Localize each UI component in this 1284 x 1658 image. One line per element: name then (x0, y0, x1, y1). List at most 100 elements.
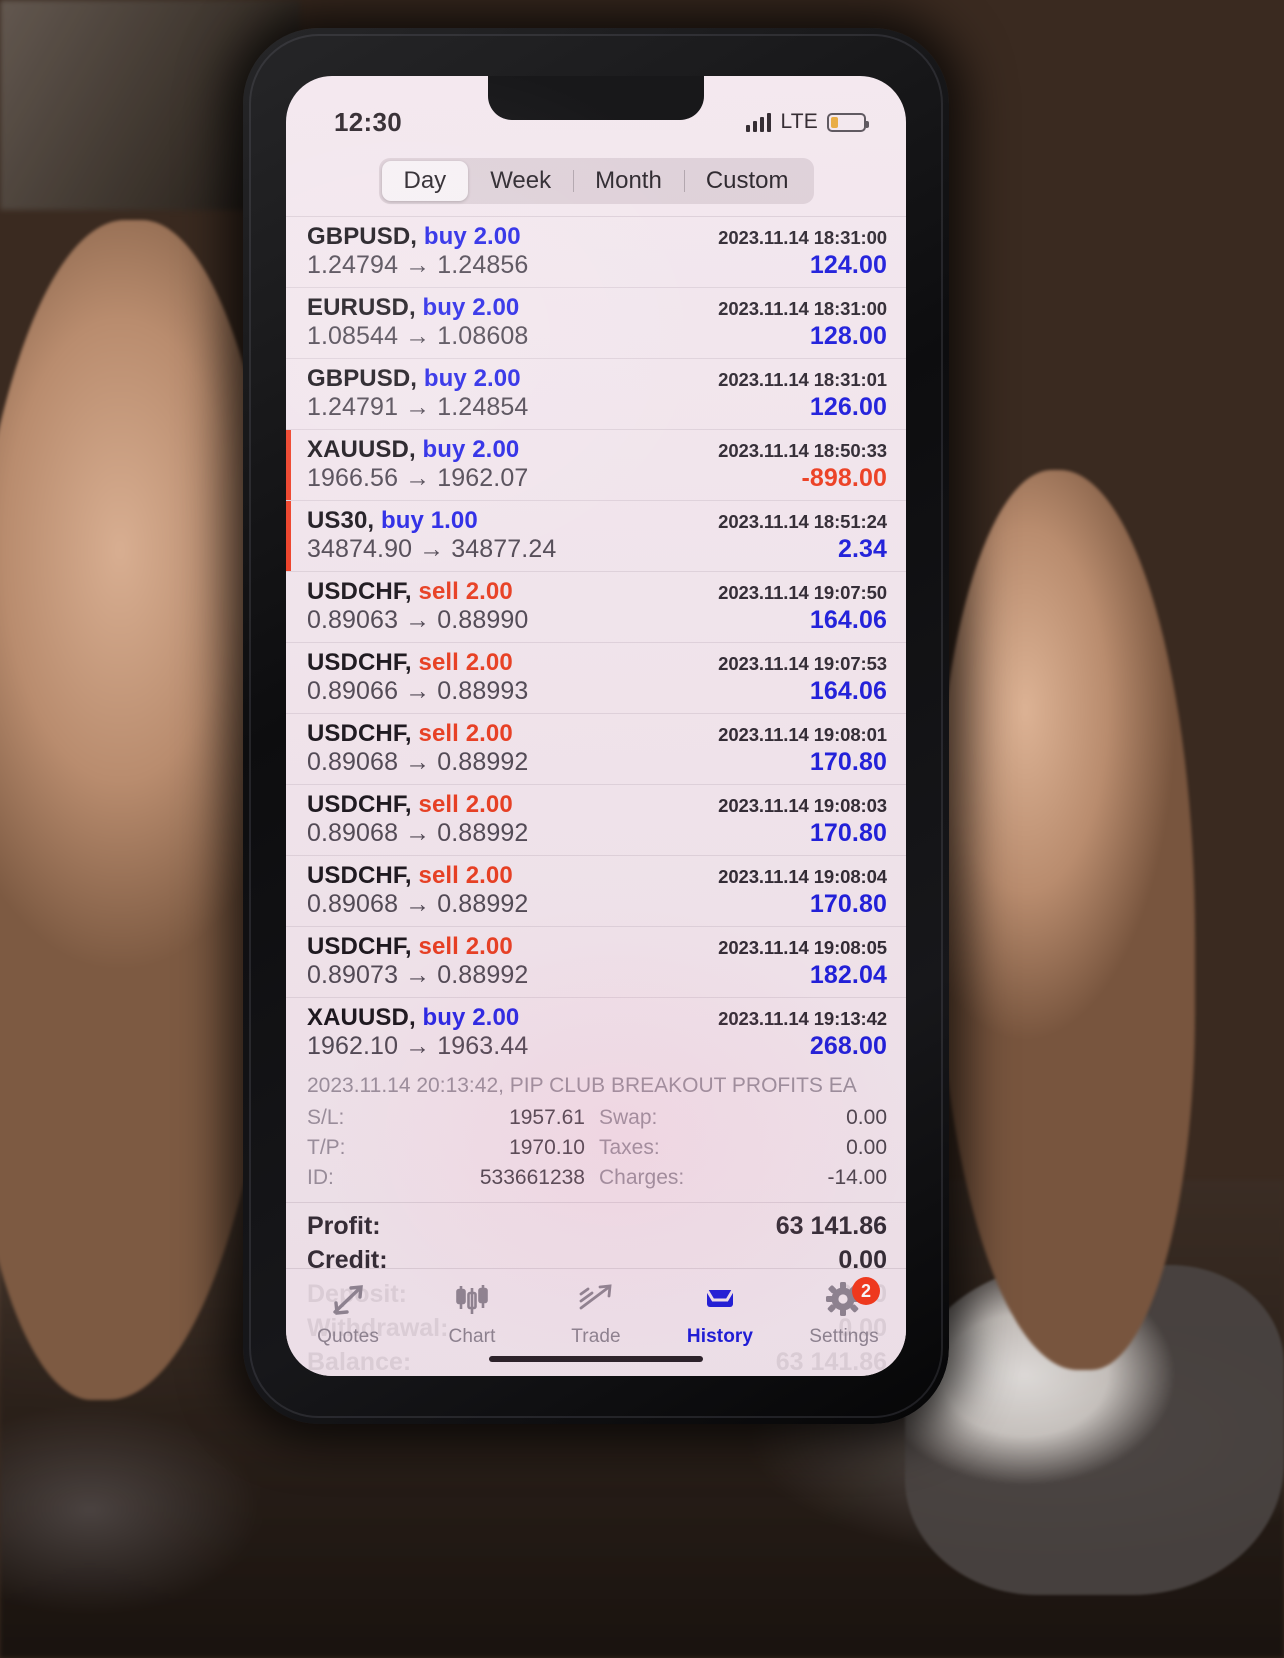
deal-timestamp: 2023.11.14 19:08:01 (718, 724, 887, 745)
deal-price-range: 0.89068 → 0.88992 (307, 890, 529, 918)
deal-row[interactable]: USDCHF, sell 2.00 2023.11.14 19:07:50 0.89… (286, 571, 906, 642)
history-inbox-icon (700, 1279, 740, 1321)
deal-timestamp: 2023.11.14 18:51:24 (718, 511, 887, 532)
tab-history[interactable]: History (658, 1279, 782, 1348)
deal-timestamp: 2023.11.14 19:07:53 (718, 653, 887, 674)
deal-detail-row: S/L: 1957.61 Swap: 0.00 (307, 1103, 887, 1133)
deal-row[interactable]: USDCHF, sell 2.00 2023.11.14 19:07:53 0.89… (286, 642, 906, 713)
deal-direction-volume: buy 2.00 (422, 1004, 520, 1031)
deal-symbol: USDCHF, sell 2.00 (307, 933, 513, 961)
deal-profit: 164.06 (809, 677, 887, 705)
tab-label: Trade (571, 1326, 621, 1347)
deal-detail-label-secondary: Swap: (599, 1106, 658, 1129)
deal-symbol-name: US30, (307, 507, 375, 534)
deal-profit: 170.80 (809, 890, 887, 918)
tab-chart[interactable]: Chart (410, 1279, 534, 1348)
period-tab-week[interactable]: Week (468, 161, 573, 201)
period-tab-custom[interactable]: Custom (683, 161, 811, 201)
deal-symbol-name: USDCHF, (307, 720, 412, 747)
deal-timestamp: 2023.11.14 18:31:00 (718, 298, 887, 319)
deal-profit: 164.06 (809, 606, 887, 634)
deal-profit: 2.34 (837, 535, 887, 563)
deal-symbol: USDCHF, sell 2.00 (307, 578, 513, 606)
deal-detail-value: 1970.10 (509, 1136, 585, 1159)
deal-symbol: USDCHF, sell 2.00 (307, 862, 513, 890)
tab-trade[interactable]: Trade (534, 1279, 658, 1348)
deal-direction-volume: buy 1.00 (380, 507, 478, 534)
tab-label: Quotes (317, 1326, 379, 1347)
home-indicator[interactable] (489, 1356, 703, 1362)
deal-detail-row: ID: 533661238 Charges: -14.00 (307, 1163, 887, 1193)
deal-row[interactable]: USDCHF, sell 2.00 2023.11.14 19:08:04 0.89… (286, 855, 906, 926)
deal-profit: 268.00 (809, 1032, 887, 1060)
deal-row[interactable]: GBPUSD, buy 2.00 2023.11.14 18:31:01 1.247… (286, 358, 906, 429)
deal-history-list[interactable]: GBPUSD, buy 2.00 2023.11.14 18:31:00 1.247… (286, 216, 906, 1202)
deal-symbol: USDCHF, sell 2.00 (307, 720, 513, 748)
candlestick-chart-icon (452, 1279, 492, 1321)
deal-row[interactable]: GBPUSD, buy 2.00 2023.11.14 18:31:00 1.247… (286, 216, 906, 287)
deal-symbol: USDCHF, sell 2.00 (307, 649, 513, 677)
deal-price-range: 1966.56 → 1962.07 (307, 464, 529, 492)
tab-quotes[interactable]: Quotes (286, 1279, 410, 1348)
deal-profit: 170.80 (809, 819, 887, 847)
deal-profit: 124.00 (809, 251, 887, 279)
deal-price-range: 1962.10 → 1963.44 (307, 1032, 529, 1060)
deal-timestamp: 2023.11.14 19:08:05 (718, 937, 887, 958)
deal-symbol-name: USDCHF, (307, 578, 412, 605)
network-type-label: LTE (780, 110, 818, 133)
deal-row[interactable]: USDCHF, sell 2.00 2023.11.14 19:08:03 0.89… (286, 784, 906, 855)
screen-notch (488, 76, 704, 120)
deal-direction-volume: buy 2.00 (423, 223, 521, 250)
deal-direction-volume: sell 2.00 (418, 649, 513, 676)
deal-direction-volume: sell 2.00 (418, 578, 513, 605)
deal-row[interactable]: USDCHF, sell 2.00 2023.11.14 19:08:05 0.89… (286, 926, 906, 997)
deal-symbol-name: USDCHF, (307, 791, 412, 818)
deal-profit: -898.00 (801, 464, 887, 492)
period-filter-segmented-control[interactable]: Day Week Month Custom (378, 158, 814, 204)
deal-direction-volume: buy 2.00 (423, 365, 521, 392)
tab-settings[interactable]: Settings 2 (782, 1277, 906, 1348)
deal-timestamp: 2023.11.14 19:08:03 (718, 795, 887, 816)
deal-direction-volume: sell 2.00 (418, 862, 513, 889)
period-filter-container: Day Week Month Custom (286, 150, 906, 216)
deal-timestamp: 2023.11.14 19:08:04 (718, 866, 887, 887)
deal-row[interactable]: US30, buy 1.00 2023.11.14 18:51:24 34874.9… (286, 500, 906, 571)
deal-symbol-name: EURUSD, (307, 294, 416, 321)
deal-timestamp: 2023.11.14 18:50:33 (718, 440, 887, 461)
summary-label: Profit: (307, 1211, 381, 1240)
settings-badge: 2 (852, 1277, 880, 1305)
deal-price-range: 1.24794 → 1.24856 (307, 251, 529, 279)
deal-direction-volume: buy 2.00 (422, 436, 520, 463)
deal-symbol-name: XAUUSD, (307, 436, 416, 463)
deal-timestamp: 2023.11.14 18:31:01 (718, 369, 887, 390)
deal-detail-value-secondary: -14.00 (827, 1166, 887, 1189)
deal-flag-indicator (286, 501, 291, 571)
deal-row[interactable]: USDCHF, sell 2.00 2023.11.14 19:08:01 0.89… (286, 713, 906, 784)
deal-detail-label: T/P: (307, 1136, 346, 1159)
deal-row[interactable]: XAUUSD, buy 2.00 2023.11.14 19:13:42 1962.… (286, 997, 906, 1068)
deal-detail-row: T/P: 1970.10 Taxes: 0.00 (307, 1133, 887, 1163)
deal-flag-indicator (286, 430, 291, 500)
deal-direction-volume: buy 2.00 (422, 294, 520, 321)
deal-symbol-name: USDCHF, (307, 649, 412, 676)
period-tab-month[interactable]: Month (573, 161, 684, 201)
deal-detail-value: 533661238 (479, 1166, 585, 1189)
deal-symbol-name: GBPUSD, (307, 365, 418, 392)
deal-detail-value-secondary: 0.00 (846, 1106, 887, 1129)
deal-symbol-name: USDCHF, (307, 862, 412, 889)
deal-price-range: 0.89073 → 0.88992 (307, 961, 529, 989)
summary-row: Profit: 63 141.86 (307, 1209, 887, 1243)
phone-screen: 12:30 LTE Day Week Month Custom GBPUSD, … (286, 76, 906, 1376)
deal-price-range: 0.89068 → 0.88992 (307, 748, 529, 776)
deal-price-range: 0.89066 → 0.88993 (307, 677, 529, 705)
deal-expanded-detail: 2023.11.14 20:13:42, PIP CLUB BREAKOUT P… (286, 1068, 906, 1202)
deal-row[interactable]: XAUUSD, buy 2.00 2023.11.14 18:50:33 1966.… (286, 429, 906, 500)
deal-profit: 170.80 (809, 748, 887, 776)
tab-label: Chart (448, 1326, 496, 1347)
deal-row[interactable]: EURUSD, buy 2.00 2023.11.14 18:31:00 1.085… (286, 287, 906, 358)
signal-bars-icon (745, 112, 772, 132)
deal-price-range: 0.89068 → 0.88992 (307, 819, 529, 847)
deal-symbol: GBPUSD, buy 2.00 (307, 365, 521, 393)
period-tab-day[interactable]: Day (381, 161, 469, 201)
deal-symbol: US30, buy 1.00 (307, 507, 478, 535)
